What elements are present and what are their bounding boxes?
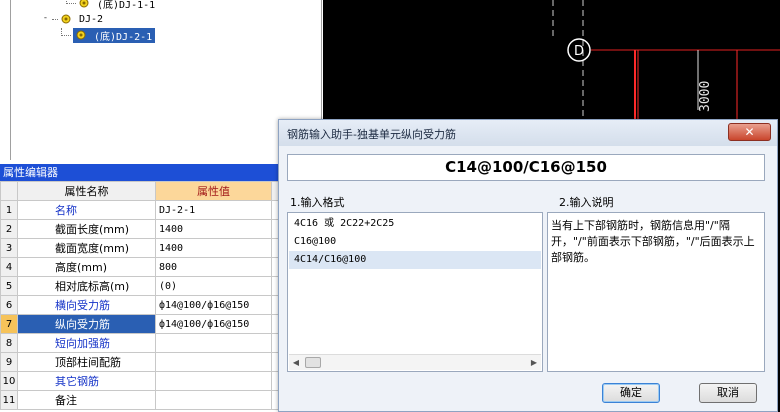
row-index: 4	[0, 257, 18, 277]
close-icon: ✕	[744, 125, 755, 139]
property-value[interactable]: 1400	[155, 238, 272, 258]
property-name: 短向加强筋	[17, 333, 156, 353]
property-name: 高度(mm)	[17, 257, 156, 277]
input-description-label: 2.输入说明	[559, 196, 614, 209]
rebar-format-display[interactable]: C14@100/C16@150	[287, 154, 765, 181]
property-value[interactable]	[155, 333, 272, 353]
format-item[interactable]: C16@100	[289, 233, 541, 251]
property-table-header: 属性名称 属性值	[0, 181, 279, 201]
scroll-left-icon[interactable]: ◀	[289, 355, 303, 370]
property-row[interactable]: 3 截面宽度(mm) 1400	[0, 238, 279, 258]
dimension-text: 3000	[698, 81, 713, 112]
tree-node-dj-1-1[interactable]: (底)DJ-1-1	[66, 0, 158, 11]
property-row[interactable]: 9 顶部柱间配筋	[0, 352, 279, 372]
input-description-text: 当有上下部钢筋时，钢筋信息用"/"隔开，"/"前面表示下部钢筋，"/"后面表示上…	[547, 212, 765, 372]
property-row[interactable]: 2 截面长度(mm) 1400	[0, 219, 279, 239]
format-item-selected[interactable]: 4C14/C16@100	[289, 251, 541, 269]
property-name: 顶部柱间配筋	[17, 352, 156, 372]
axis-label: D	[574, 44, 584, 59]
property-value[interactable]: 1400	[155, 219, 272, 239]
property-name-header: 属性名称	[17, 181, 156, 201]
foundation-icon	[76, 30, 86, 40]
format-items: 4C16 或 2C22+2C25 C16@100 4C14/C16@100	[289, 215, 541, 269]
ok-button[interactable]: 确定	[602, 383, 660, 403]
tree-node-dj-2-1[interactable]: (底)DJ-2-1	[61, 27, 156, 43]
property-name: 横向受力筋	[17, 295, 156, 315]
row-index: 11	[0, 390, 18, 410]
property-name: 截面宽度(mm)	[17, 238, 156, 258]
tree-node-label: (底)DJ-1-1	[97, 0, 156, 11]
tree-connector	[66, 0, 76, 4]
rebar-input-dialog: 钢筋输入助手-独基单元纵向受力筋 ✕ C14@100/C16@150 1.输入格…	[278, 119, 778, 412]
property-value[interactable]: ф14@100/ф16@150	[155, 295, 272, 315]
property-row[interactable]: 4 高度(mm) 800	[0, 257, 279, 277]
row-index: 6	[0, 295, 18, 315]
row-index: 10	[0, 371, 18, 391]
scrollbar-thumb[interactable]	[305, 357, 321, 368]
row-index: 5	[0, 276, 18, 296]
close-button[interactable]: ✕	[728, 123, 771, 141]
property-row[interactable]: 6 横向受力筋 ф14@100/ф16@150	[0, 295, 279, 315]
property-name: 其它钢筋	[17, 371, 156, 391]
row-index: 1	[0, 200, 18, 220]
tree-node-dj-2[interactable]: - DJ-2	[41, 11, 106, 27]
property-value[interactable]	[155, 390, 272, 410]
property-value[interactable]: 800	[155, 257, 272, 277]
property-table-body: 1 名称 DJ-2-1 2 截面长度(mm) 1400 3 截面宽度(mm) 1400 4 高度(m…	[0, 200, 279, 410]
property-value[interactable]: ф14@100/ф16@150	[155, 314, 272, 334]
tree-connector	[52, 18, 58, 20]
dialog-titlebar[interactable]: 钢筋输入助手-独基单元纵向受力筋 ✕	[279, 120, 777, 146]
property-row[interactable]: 1 名称 DJ-2-1	[0, 200, 279, 220]
tree-node-label: DJ-2	[79, 13, 104, 25]
property-value[interactable]	[155, 371, 272, 391]
tree-node-label: (底)DJ-2-1	[91, 27, 156, 43]
property-value[interactable]	[155, 352, 272, 372]
collapse-icon[interactable]: -	[41, 13, 50, 24]
property-name: 相对底标高(m)	[17, 276, 156, 296]
row-index: 3	[0, 238, 18, 258]
property-name: 截面长度(mm)	[17, 219, 156, 239]
property-value[interactable]: DJ-2-1	[155, 200, 272, 220]
property-row[interactable]: 8 短向加强筋	[0, 333, 279, 353]
foundation-icon	[61, 14, 71, 24]
property-table: 属性名称 属性值 1 名称 DJ-2-1 2 截面长度(mm) 1400 3 截面宽度(mm)…	[0, 181, 279, 410]
property-value[interactable]: (0)	[155, 276, 272, 296]
property-row[interactable]: 10 其它钢筋	[0, 371, 279, 391]
property-row[interactable]: 11 备注	[0, 390, 279, 410]
row-index: 8	[0, 333, 18, 353]
cancel-button[interactable]: 取消	[699, 383, 757, 403]
property-name: 备注	[17, 390, 156, 410]
component-tree: (底)DJ-1-1 - DJ-2 (底)DJ-2-1	[0, 0, 322, 164]
row-index: 7	[0, 314, 18, 334]
tree-guide-line	[10, 0, 11, 160]
row-index: 9	[0, 352, 18, 372]
tree-connector	[61, 28, 71, 36]
property-row[interactable]: 7 纵向受力筋 ф14@100/ф16@150	[0, 314, 279, 334]
format-item[interactable]: 4C16 或 2C22+2C25	[289, 215, 541, 233]
property-name: 纵向受力筋	[17, 314, 156, 334]
property-editor-title: 属性编辑器	[0, 164, 278, 181]
input-format-list[interactable]: 4C16 或 2C22+2C25 C16@100 4C14/C16@100 ◀ …	[287, 212, 543, 372]
property-row[interactable]: 5 相对底标高(m) (0)	[0, 276, 279, 296]
index-column-header	[0, 181, 18, 201]
property-name: 名称	[17, 200, 156, 220]
foundation-icon	[79, 0, 89, 8]
row-index: 2	[0, 219, 18, 239]
dialog-title: 钢筋输入助手-独基单元纵向受力筋	[287, 128, 456, 141]
input-format-label: 1.输入格式	[290, 196, 345, 209]
scroll-right-icon[interactable]: ▶	[527, 355, 541, 370]
property-editor: 属性编辑器 属性名称 属性值 1 名称 DJ-2-1 2 截面长度(mm) 1400 3 截面…	[0, 164, 279, 412]
property-value-header: 属性值	[155, 181, 272, 201]
horizontal-scrollbar[interactable]: ◀ ▶	[289, 354, 541, 370]
tree-selection-highlight: (底)DJ-2-1	[73, 27, 156, 43]
